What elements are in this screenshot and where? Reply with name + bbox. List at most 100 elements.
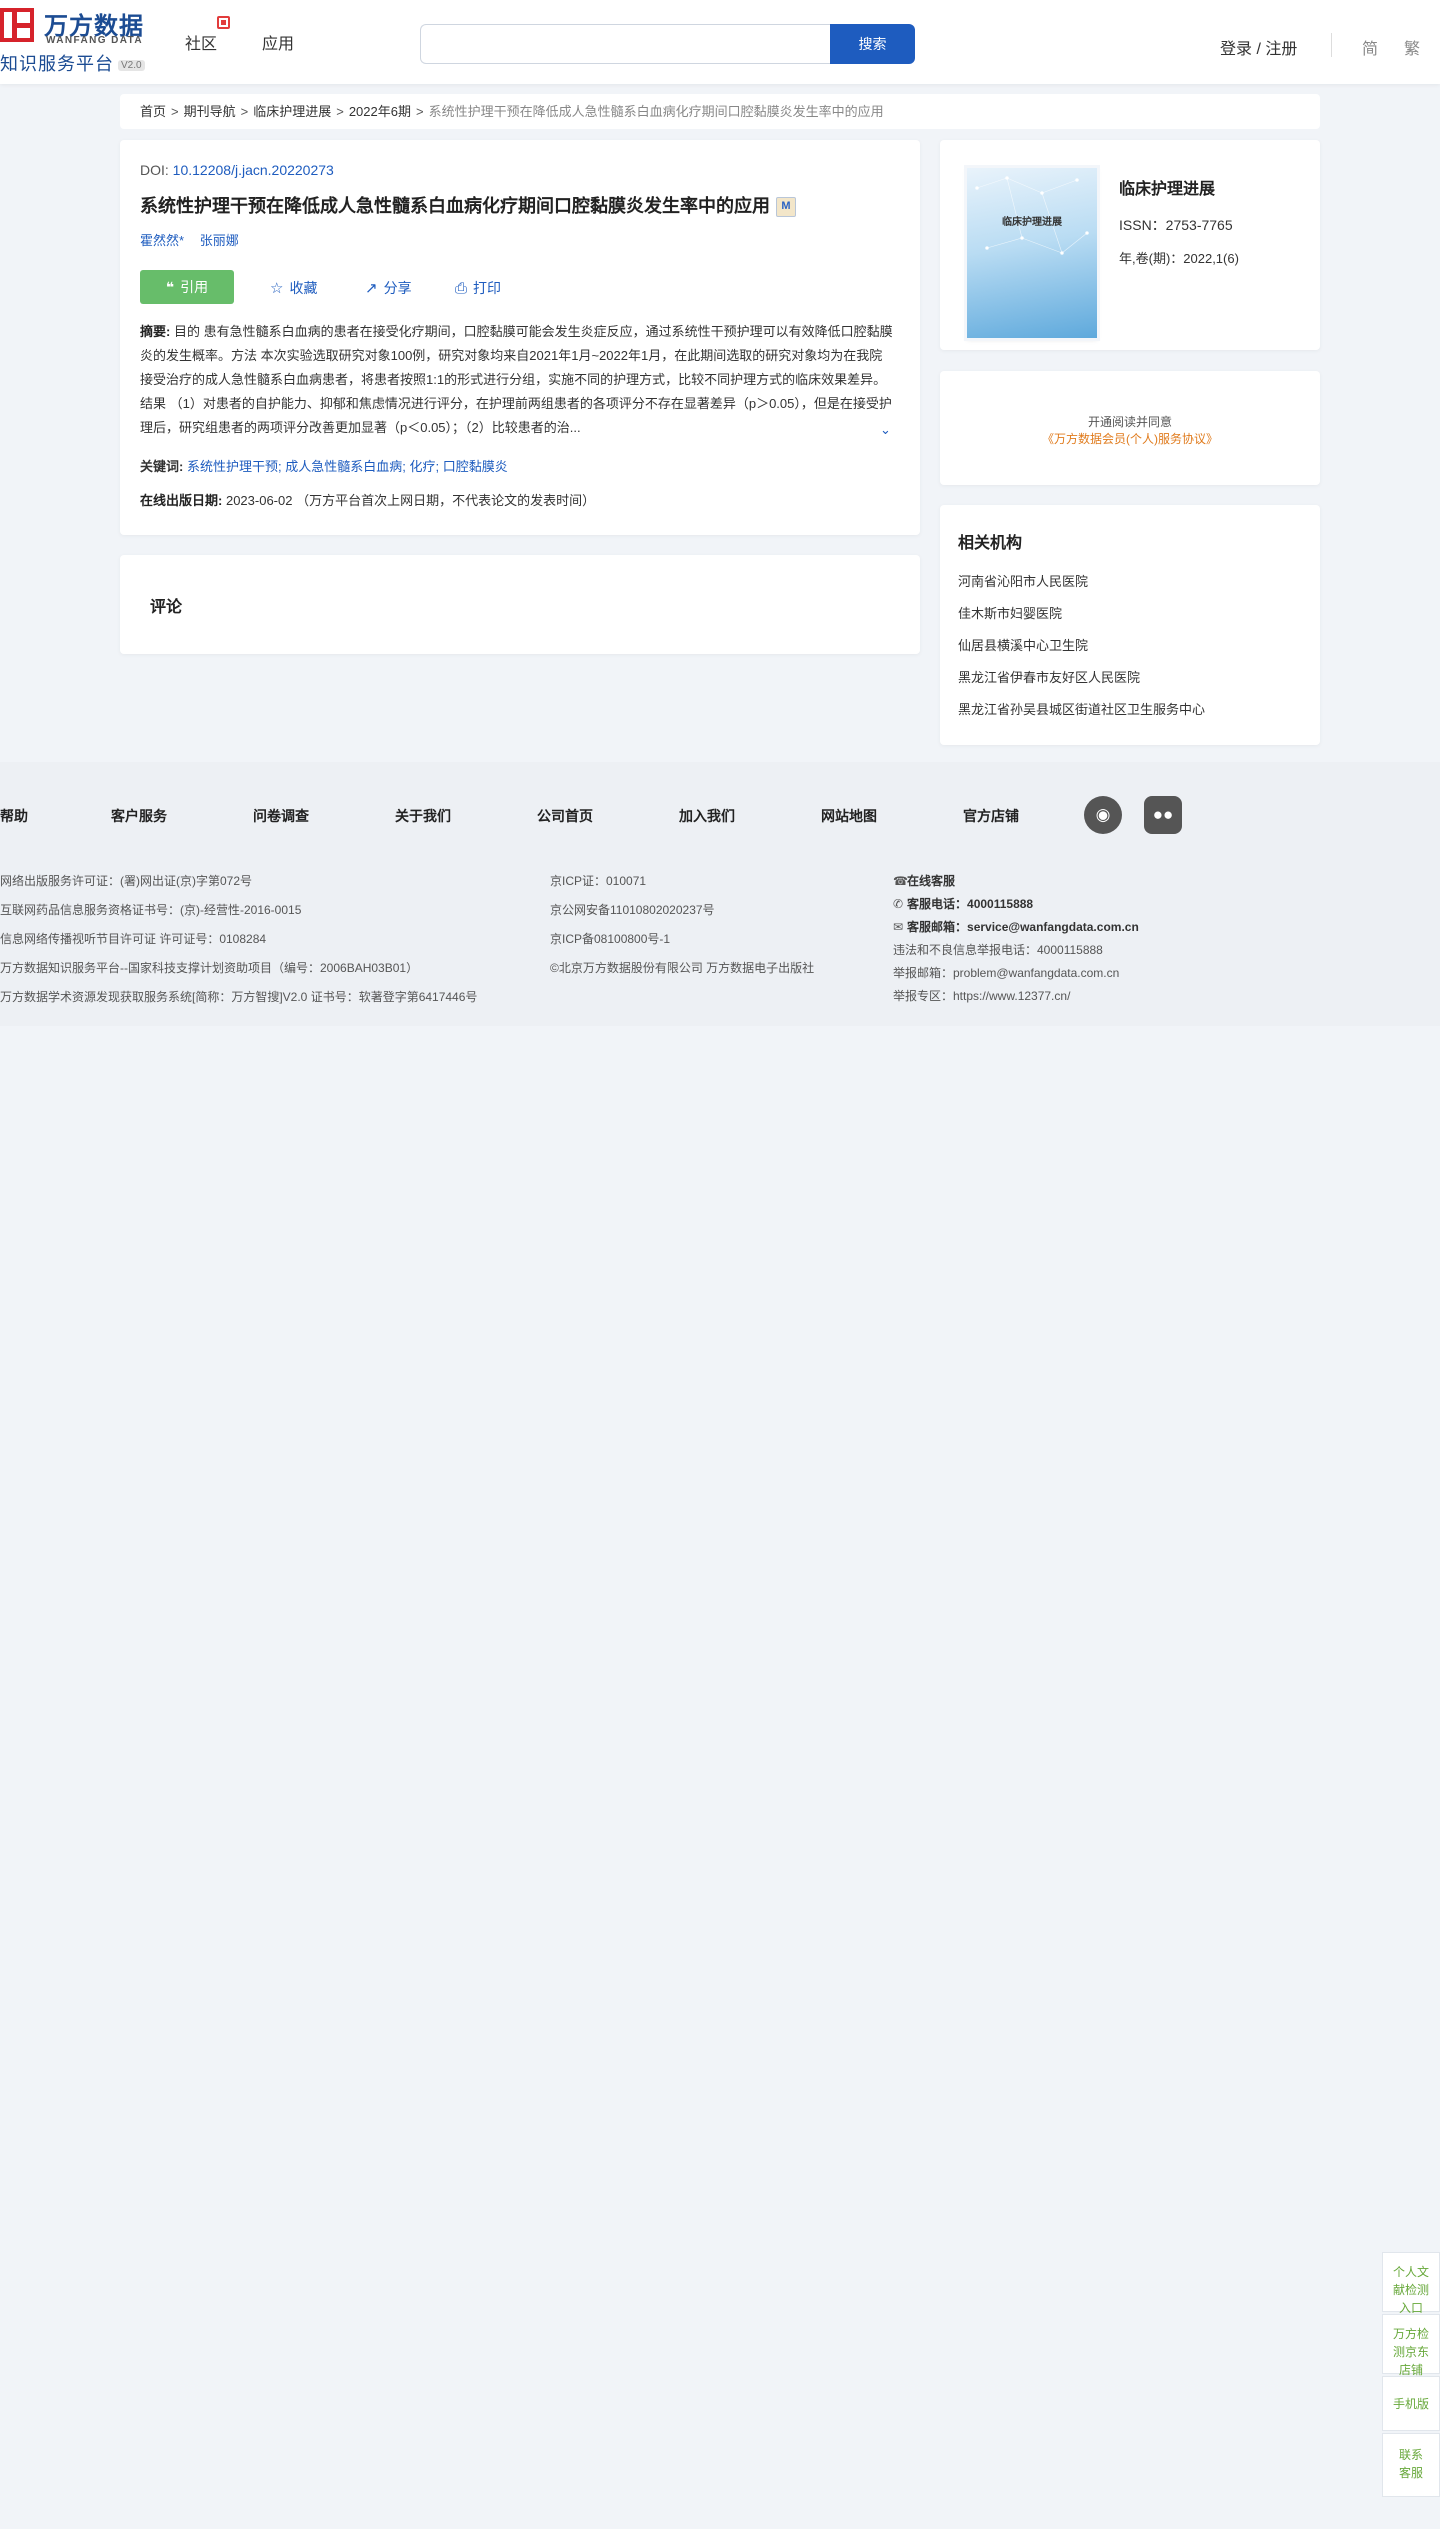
footer-link-company[interactable]: 公司首页 (537, 806, 593, 826)
doi-label: DOI: (140, 162, 169, 178)
org-link[interactable]: 黑龙江省伊春市友好区人民医院 (958, 667, 1140, 686)
copyright-line: ©北京万方数据股份有限公司 万方数据电子出版社 (550, 961, 815, 975)
nav-community[interactable]: 社区 (185, 30, 217, 54)
agreement-text: 开通阅读并同意 (1087, 415, 1172, 429)
contact-service-button[interactable]: 联系客服 (1382, 2433, 1440, 2497)
breadcrumb-journal-nav[interactable]: 期刊导航 (184, 104, 236, 119)
report-zone[interactable]: 举报专区：https://www.12377.cn/ (893, 987, 1070, 1004)
lang-simplified[interactable]: 简 (1362, 35, 1378, 59)
icp-line: 京公网安备11010802020237号 (550, 903, 715, 917)
related-orgs-title: 相关机构 (958, 535, 1023, 552)
wanfang-logo[interactable]: 万方数据 WANFANG DATA 知识服务平台 V2.0 (0, 6, 155, 74)
article-detail-card: DOI: 10.12208/j.jacn.20220273 系统性护理干预在降低… (120, 140, 920, 535)
agreement-link[interactable]: 《万方数据会员(个人)服务协议》 (940, 430, 1320, 447)
cite-button[interactable]: ❝ 引用 (140, 270, 234, 304)
keywords: 关键词: 系统性护理干预; 成人急性髓系白血病; 化疗; 口腔黏膜炎 (140, 456, 508, 475)
abstract-label: 摘要: (140, 324, 171, 339)
breadcrumb-sep: > (336, 104, 344, 119)
medline-icon[interactable]: M (776, 197, 796, 218)
search-input[interactable] (420, 24, 830, 64)
keywords-label: 关键词: (140, 459, 184, 474)
email-label: 客服邮箱： (907, 920, 968, 934)
breadcrumb-current: 系统性护理干预在降低成人急性髓系白血病化疗期间口腔黏膜炎发生率中的应用 (428, 104, 884, 119)
related-orgs-card: 相关机构 河南省沁阳市人民医院 佳木斯市妇婴医院 仙居县横溪中心卫生院 黑龙江省… (940, 505, 1320, 745)
breadcrumb-journal[interactable]: 临床护理进展 (253, 104, 331, 119)
share-button[interactable]: ↗ 分享 (365, 278, 412, 298)
header-divider (1331, 33, 1332, 57)
journal-volume: 年,卷(期)：2022,1(6) (1119, 251, 1239, 266)
footer-link-about[interactable]: 关于我们 (395, 806, 451, 826)
journal-cover[interactable]: 临床护理进展 (967, 168, 1097, 338)
phone-value: 4000115888 (967, 897, 1034, 911)
printer-icon: ⎙ (455, 280, 468, 297)
keyword-link[interactable]: 成人急性髓系白血病; (285, 459, 406, 474)
comments-title: 评论 (150, 599, 183, 616)
org-link[interactable]: 黑龙江省孙吴县城区街道社区卫生服务中心 (958, 699, 1205, 718)
print-label: 打印 (473, 280, 502, 296)
article-title-text: 系统性护理干预在降低成人急性髓系白血病化疗期间口腔黏膜炎发生率中的应用 (140, 196, 770, 216)
icp-line: 京ICP证：010071 (550, 874, 647, 888)
license-line: 信息网络传播视听节目许可证 许可证号：0108284 (0, 932, 267, 946)
pubdate-value: 2023-06-02 (225, 493, 293, 508)
breadcrumb-issue[interactable]: 2022年6期 (349, 104, 411, 119)
breadcrumb-home[interactable]: 首页 (140, 104, 166, 119)
mail-icon: ✉ (893, 920, 904, 934)
weibo-icon[interactable]: ◉ (1084, 796, 1122, 834)
article-title: 系统性护理干预在降低成人急性髓系白血病化疗期间口腔黏膜炎发生率中的应用 M (140, 192, 796, 218)
keyword-link[interactable]: 口腔黏膜炎 (443, 459, 508, 474)
jd-store-entry[interactable]: 万方检测京东店铺 (1382, 2314, 1440, 2377)
share-icon: ↗ (365, 280, 378, 297)
footer-link-survey[interactable]: 问卷调查 (253, 806, 309, 826)
footer-link-sitemap[interactable]: 网站地图 (821, 806, 877, 826)
org-link[interactable]: 河南省沁阳市人民医院 (958, 571, 1088, 590)
agreement-card: 开通阅读并同意 《万方数据会员(个人)服务协议》 (940, 371, 1320, 485)
page-footer: 帮助 客户服务 问卷调查 关于我们 公司首页 加入我们 网站地图 官方店铺 ◉ … (0, 762, 1440, 1026)
nav-apps[interactable]: 应用 (262, 30, 294, 54)
cover-pattern-icon (975, 176, 1089, 255)
email-value[interactable]: service@wanfangdata.com.cn (967, 920, 1139, 934)
org-link[interactable]: 仙居县横溪中心卫生院 (958, 635, 1088, 654)
breadcrumb-sep: > (415, 104, 424, 119)
cite-label: 引用 (180, 279, 209, 295)
keyword-link[interactable]: 化疗; (409, 459, 439, 474)
online-service-link[interactable]: ☎在线客服 (893, 872, 955, 889)
keyword-link[interactable]: 系统性护理干预; (187, 459, 282, 474)
logo-en-text: WANFANG DATA (46, 35, 143, 46)
comments-card: 评论 (120, 555, 920, 654)
logo-sub-text: 知识服务平台 (0, 54, 114, 74)
journal-name[interactable]: 临床护理进展 (1119, 175, 1215, 199)
service-phone: ✆ 客服电话：4000115888 (893, 895, 1033, 912)
expand-abstract-icon[interactable]: ⌄ (878, 422, 891, 438)
login-register-link[interactable]: 登录 / 注册 (1220, 35, 1297, 59)
author-link[interactable]: 张丽娜 (200, 233, 239, 248)
footer-link-store[interactable]: 官方店铺 (963, 806, 1019, 826)
favorite-button[interactable]: ☆ 收藏 (270, 278, 317, 298)
footer-link-join[interactable]: 加入我们 (679, 806, 735, 826)
wechat-icon[interactable]: ●● (1144, 796, 1182, 834)
breadcrumb-sep: > (240, 104, 249, 119)
icp-line: 京ICP备08100800号-1 (550, 932, 671, 946)
publish-date: 在线出版日期: 2023-06-02 （万方平台首次上网日期，不代表论文的发表时… (140, 490, 595, 509)
mobile-version-button[interactable]: 手机版 (1382, 2376, 1440, 2431)
logo-subtitle: 知识服务平台 V2.0 (0, 50, 145, 76)
personal-check-entry[interactable]: 个人文献检测入口 (1382, 2252, 1440, 2315)
journal-issn: ISSN：2753-7765 (1119, 217, 1233, 233)
lang-traditional[interactable]: 繁 (1404, 35, 1420, 59)
top-header: 万方数据 WANFANG DATA 知识服务平台 V2.0 社区 应用 搜索 登录… (0, 0, 1440, 84)
phone-label: 客服电话： (907, 897, 968, 911)
license-line: 互联网药品信息服务资格证书号：(京)-经营性-2016-0015 (0, 903, 302, 917)
org-link[interactable]: 佳木斯市妇婴医院 (958, 603, 1062, 622)
author-link[interactable]: 霍然然* (140, 233, 184, 248)
search-button[interactable]: 搜索 (830, 24, 915, 64)
footer-link-customer-service[interactable]: 客户服务 (111, 806, 167, 826)
version-badge: V2.0 (118, 59, 145, 71)
print-button[interactable]: ⎙ 打印 (455, 278, 501, 298)
community-new-icon (217, 16, 230, 29)
footer-link-help[interactable]: 帮助 (0, 806, 28, 826)
headset-icon: ☎ (893, 874, 908, 888)
breadcrumb: 首页 > 期刊导航 > 临床护理进展 >2022年6期 > 系统性护理干预在降低成人急性髓系白… (120, 94, 1320, 129)
license-line: 万方数据学术资源发现获取服务系统[简称：万方智搜]V2.0 证书号：软著登字第6… (0, 990, 478, 1004)
doi-link[interactable]: 10.12208/j.jacn.20220273 (173, 162, 334, 178)
cover-title: 临床护理进展 (1002, 217, 1062, 228)
journal-card: 临床护理进展 临床护理进展 ISSN：2753-7765 年,卷(期)：2022… (940, 140, 1320, 350)
